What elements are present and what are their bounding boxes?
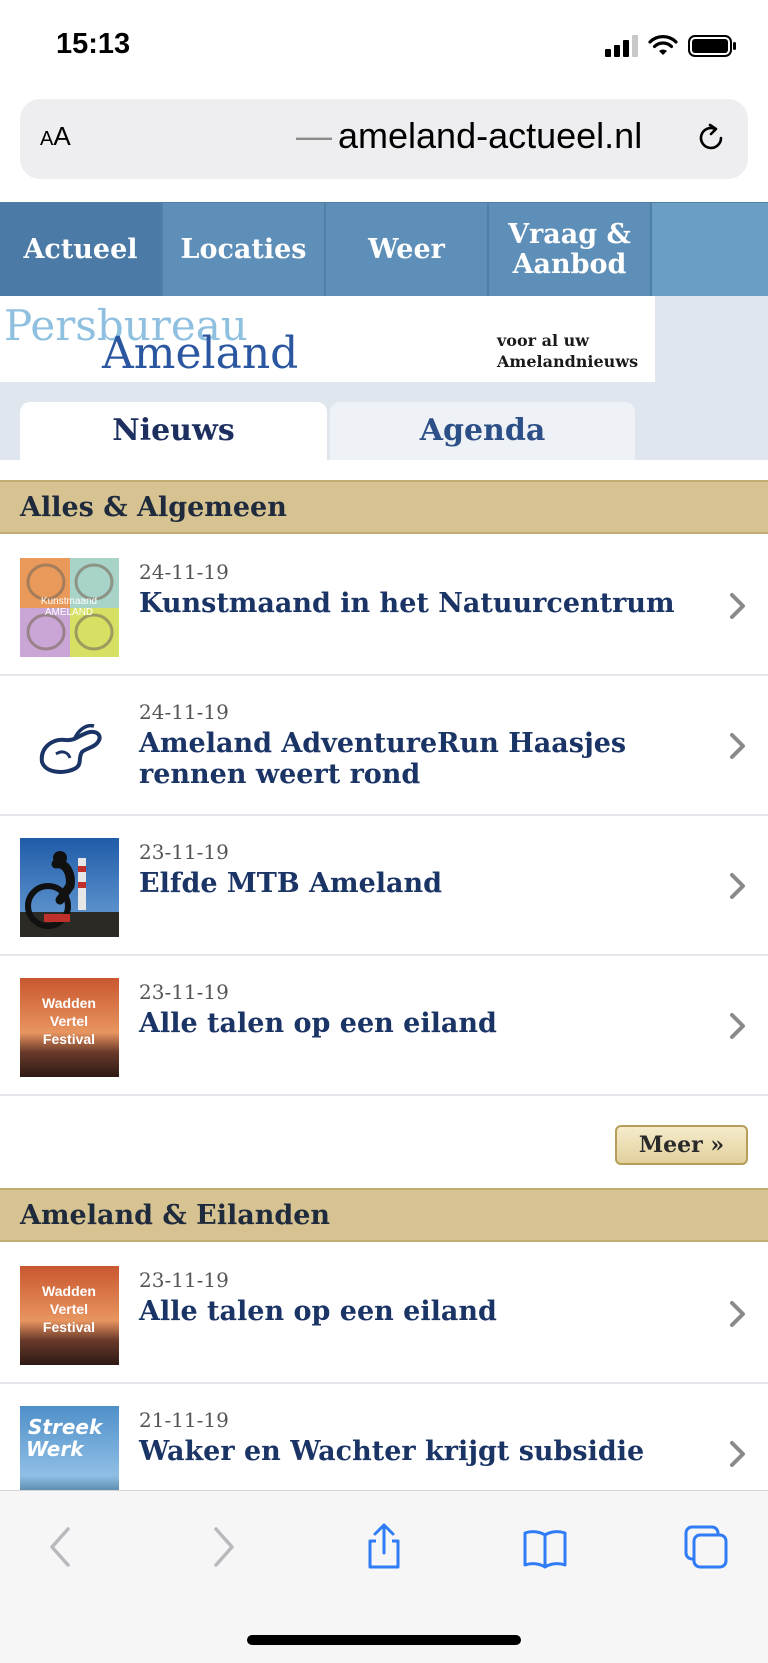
news-thumbnail-hare-logo [20, 698, 119, 797]
news-date: 23-11-19 [139, 840, 229, 864]
news-row[interactable]: 23-11-19 Elfde MTB Ameland [0, 816, 768, 956]
svg-text:Wadden: Wadden [42, 1283, 96, 1299]
banner-inner: Persbureau Ameland voor al uw Amelandnie… [0, 296, 655, 382]
svg-text:Vertel: Vertel [50, 1301, 88, 1317]
svg-text:Vertel: Vertel [50, 1013, 88, 1029]
news-title[interactable]: Waker en Wachter krijgt subsidie [139, 1436, 699, 1467]
persbureau-ameland-logo[interactable]: Persbureau Ameland [2, 304, 332, 376]
nav-filler [652, 203, 768, 297]
news-date: 24-11-19 [139, 700, 229, 724]
news-title[interactable]: Ameland AdventureRun Haasjes rennen weer… [139, 728, 699, 790]
svg-text:Werk: Werk [26, 1437, 85, 1461]
svg-text:Festival: Festival [43, 1031, 95, 1047]
news-thumbnail-wadden-festival: Wadden Vertel Festival [20, 978, 119, 1077]
more-row: Meer » [0, 1104, 768, 1188]
news-thumbnail-wadden-festival: Wadden Vertel Festival [20, 1266, 119, 1365]
section-title: Ameland & Eilanden [20, 1200, 331, 1231]
news-row[interactable]: 24-11-19 Ameland AdventureRun Haasjes re… [0, 676, 768, 816]
chevron-right-icon [730, 733, 745, 759]
nav-item-locaties[interactable]: Locaties [163, 203, 326, 297]
news-title[interactable]: Elfde MTB Ameland [139, 868, 699, 899]
svg-text:Wadden: Wadden [42, 995, 96, 1011]
nav-item-vraag-aanbod[interactable]: Vraag & Aanbod [489, 203, 652, 297]
reader-options-button[interactable]: AA [40, 121, 71, 152]
nav-item-actueel[interactable]: Actueel [0, 203, 163, 297]
url-text[interactable]: — ameland-actueel.nl [296, 115, 642, 157]
tabs-icon[interactable] [682, 1523, 730, 1571]
news-date: 23-11-19 [139, 1268, 229, 1292]
tabs-area: Nieuws Agenda [0, 382, 768, 460]
tagline-line-2: Amelandnieuws [497, 352, 639, 371]
tagline-line-1: voor al uw [497, 331, 590, 350]
browser-toolbar [0, 1490, 768, 1663]
news-row[interactable]: Wadden Vertel Festival 23-11-19 Alle tal… [0, 956, 768, 1096]
svg-text:AMELAND: AMELAND [45, 607, 93, 618]
signal-icon [605, 35, 638, 57]
wifi-icon [648, 35, 678, 55]
news-thumbnail-mtb [20, 838, 119, 937]
banner-tagline: voor al uw Amelandnieuws [497, 330, 638, 372]
news-title[interactable]: Alle talen op een eiland [139, 1008, 699, 1039]
section-header-alles-algemeen: Alles & Algemeen [0, 480, 768, 534]
svg-text:Streek: Streek [28, 1415, 104, 1439]
news-row[interactable]: Wadden Vertel Festival 23-11-19 Alle tal… [0, 1244, 768, 1384]
news-date: 23-11-19 [139, 980, 229, 1004]
address-bar[interactable]: AA — ameland-actueel.nl [20, 99, 748, 179]
banner: Persbureau Ameland voor al uw Amelandnie… [0, 296, 768, 382]
chevron-right-icon [730, 593, 745, 619]
battery-icon [688, 35, 736, 57]
site-nav: Actueel Locaties Weer Vraag & Aanbod [0, 202, 768, 299]
svg-text:Kunstmaand: Kunstmaand [41, 596, 97, 607]
back-icon[interactable] [38, 1523, 86, 1571]
chevron-right-icon [730, 1301, 745, 1327]
status-icons [605, 34, 738, 58]
chevron-right-icon [730, 1441, 745, 1467]
chevron-right-icon [730, 873, 745, 899]
status-bar: 15:13 [0, 0, 768, 96]
news-date: 24-11-19 [139, 560, 229, 584]
status-time: 15:13 [56, 28, 131, 60]
chevron-right-icon [730, 1013, 745, 1039]
news-title[interactable]: Kunstmaand in het Natuurcentrum [139, 588, 699, 619]
share-icon[interactable] [360, 1523, 408, 1571]
news-row[interactable]: Kunstmaand AMELAND 24-11-19 Kunstmaand i… [0, 536, 768, 676]
tab-agenda[interactable]: Agenda [330, 402, 635, 460]
news-thumbnail-kunstmaand: Kunstmaand AMELAND [20, 558, 119, 657]
section-title: Alles & Algemeen [20, 492, 287, 523]
tab-nieuws[interactable]: Nieuws [20, 402, 327, 460]
home-indicator[interactable] [247, 1635, 521, 1645]
nav-label-vraag-aanbod: Vraag & Aanbod [508, 219, 631, 280]
bookmarks-icon[interactable] [521, 1523, 569, 1571]
svg-text:Festival: Festival [43, 1319, 95, 1335]
nav-item-weer[interactable]: Weer [326, 203, 489, 297]
reload-icon[interactable] [694, 121, 728, 155]
more-button[interactable]: Meer » [615, 1125, 748, 1165]
forward-icon[interactable] [198, 1523, 246, 1571]
section-header-ameland-eilanden: Ameland & Eilanden [0, 1188, 768, 1242]
logo-text-ameland: Ameland [101, 328, 298, 376]
news-date: 21-11-19 [139, 1408, 229, 1432]
news-title[interactable]: Alle talen op een eiland [139, 1296, 699, 1327]
